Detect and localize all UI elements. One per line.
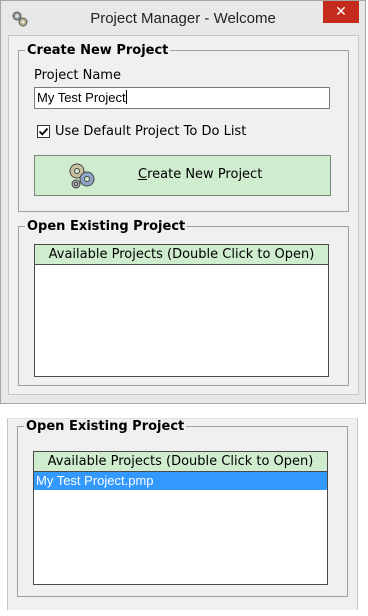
text-caret bbox=[125, 90, 127, 104]
client-area: Create New Project Project Name My Test … bbox=[8, 35, 359, 395]
open-project-legend: Open Existing Project bbox=[27, 219, 186, 234]
list-header-2[interactable]: Available Projects (Double Click to Open… bbox=[34, 452, 327, 472]
use-default-todo-label: Use Default Project To Do List bbox=[55, 124, 247, 139]
use-default-todo-checkbox[interactable] bbox=[37, 125, 50, 138]
list-header[interactable]: Available Projects (Double Click to Open… bbox=[35, 245, 328, 265]
project-manager-window: Project Manager - Welcome ✕ Create New P… bbox=[0, 0, 366, 404]
project-name-value: My Test Project bbox=[37, 90, 126, 105]
window-title: Project Manager - Welcome bbox=[90, 10, 276, 27]
create-project-legend: Create New Project bbox=[27, 43, 169, 58]
title-bar[interactable]: Project Manager - Welcome ✕ bbox=[1, 1, 365, 35]
gears-icon bbox=[69, 163, 95, 189]
create-new-project-label: Create New Project bbox=[138, 167, 263, 182]
close-button[interactable]: ✕ bbox=[323, 1, 359, 23]
create-new-project-button[interactable]: Create New Project bbox=[34, 155, 331, 196]
open-project-legend-2: Open Existing Project bbox=[26, 419, 185, 434]
open-project-panel-2: Open Existing Project Available Projects… bbox=[7, 418, 358, 610]
available-projects-list[interactable]: Available Projects (Double Click to Open… bbox=[34, 244, 329, 377]
project-name-label: Project Name bbox=[34, 68, 121, 83]
checkmark-icon bbox=[38, 127, 49, 136]
available-projects-list-2[interactable]: Available Projects (Double Click to Open… bbox=[33, 451, 328, 585]
list-item[interactable]: My Test Project.pmp bbox=[34, 472, 327, 490]
project-name-input[interactable]: My Test Project bbox=[34, 87, 330, 109]
